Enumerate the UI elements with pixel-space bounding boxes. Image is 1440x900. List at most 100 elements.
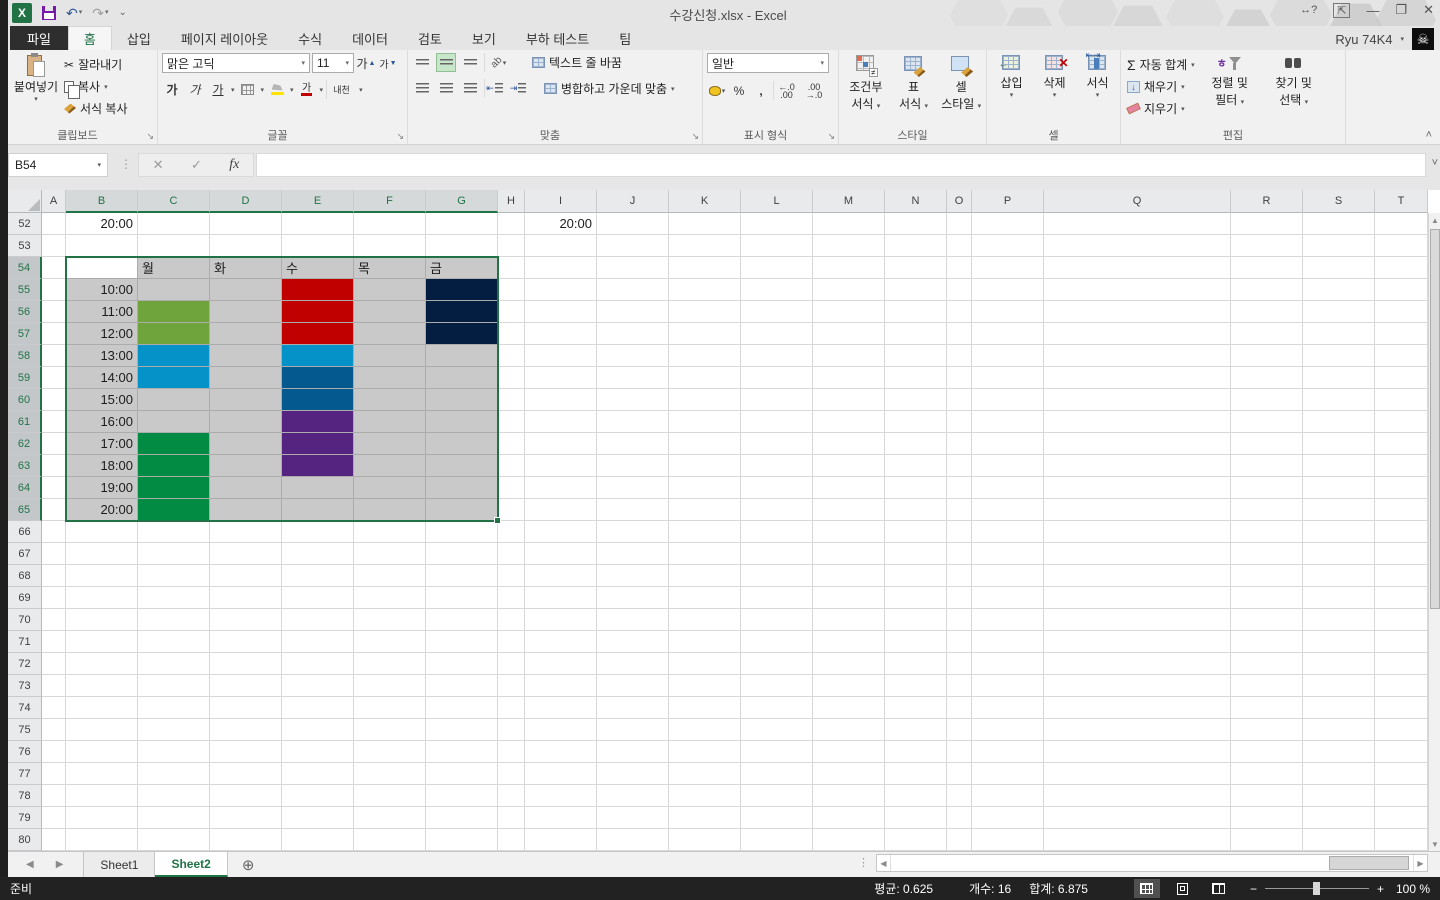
cell-R58[interactable] (1231, 345, 1303, 367)
cell-S64[interactable] (1303, 477, 1375, 499)
cell-R69[interactable] (1231, 587, 1303, 609)
row-header-57[interactable]: 57 (8, 323, 42, 345)
cell-P60[interactable] (972, 389, 1044, 411)
cell-J75[interactable] (597, 719, 669, 741)
row-header-68[interactable]: 68 (8, 565, 42, 587)
cell-J60[interactable] (597, 389, 669, 411)
cell-G76[interactable] (426, 741, 498, 763)
cell-K73[interactable] (669, 675, 741, 697)
cell-A54[interactable] (42, 257, 66, 279)
cell-L70[interactable] (741, 609, 813, 631)
cell-H64[interactable] (498, 477, 525, 499)
accounting-format-button[interactable]: ▾ (707, 81, 727, 100)
cell-J64[interactable] (597, 477, 669, 499)
row-header-74[interactable]: 74 (8, 697, 42, 719)
account-dropdown-icon[interactable]: ▾ (1400, 35, 1404, 43)
cell-P69[interactable] (972, 587, 1044, 609)
row-header-67[interactable]: 67 (8, 543, 42, 565)
cell-M63[interactable] (813, 455, 885, 477)
cell-P62[interactable] (972, 433, 1044, 455)
cell-E58[interactable] (282, 345, 354, 367)
cell-E69[interactable] (282, 587, 354, 609)
cell-Q70[interactable] (1044, 609, 1231, 631)
column-header-E[interactable]: E (282, 190, 354, 213)
cell-J70[interactable] (597, 609, 669, 631)
cell-H56[interactable] (498, 301, 525, 323)
cell-O73[interactable] (947, 675, 972, 697)
cell-H66[interactable] (498, 521, 525, 543)
cell-P80[interactable] (972, 829, 1044, 851)
cell-K55[interactable] (669, 279, 741, 301)
cell-H61[interactable] (498, 411, 525, 433)
cell-K65[interactable] (669, 499, 741, 521)
cell-G67[interactable] (426, 543, 498, 565)
cell-D61[interactable] (210, 411, 282, 433)
cell-E77[interactable] (282, 763, 354, 785)
cell-S76[interactable] (1303, 741, 1375, 763)
cell-B61[interactable]: 16:00 (66, 411, 138, 433)
cell-P61[interactable] (972, 411, 1044, 433)
cell-A55[interactable] (42, 279, 66, 301)
cell-H63[interactable] (498, 455, 525, 477)
cell-P71[interactable] (972, 631, 1044, 653)
cell-Q72[interactable] (1044, 653, 1231, 675)
cell-E75[interactable] (282, 719, 354, 741)
cell-D66[interactable] (210, 521, 282, 543)
cell-G62[interactable] (426, 433, 498, 455)
dialog-launcher-icon[interactable]: ↘ (396, 131, 404, 142)
cell-C67[interactable] (138, 543, 210, 565)
cell-J57[interactable] (597, 323, 669, 345)
underline-dropdown-icon[interactable]: ▾ (231, 86, 235, 94)
undo-button[interactable]: ↶▾ (66, 6, 82, 20)
close-button[interactable]: ✕ (1423, 2, 1434, 18)
cell-M73[interactable] (813, 675, 885, 697)
cell-Q52[interactable] (1044, 213, 1231, 235)
cell-L76[interactable] (741, 741, 813, 763)
cell-G58[interactable] (426, 345, 498, 367)
fill-button[interactable]: ↓채우기▾ (1125, 77, 1197, 96)
merge-center-button[interactable]: 병합하고 가운데 맞춤▾ (542, 79, 677, 98)
cell-O80[interactable] (947, 829, 972, 851)
cell-P65[interactable] (972, 499, 1044, 521)
cell-A64[interactable] (42, 477, 66, 499)
cell-N77[interactable] (885, 763, 947, 785)
cell-L63[interactable] (741, 455, 813, 477)
cell-Q76[interactable] (1044, 741, 1231, 763)
cell-K54[interactable] (669, 257, 741, 279)
cell-M58[interactable] (813, 345, 885, 367)
scroll-down-icon[interactable]: ▼ (1429, 837, 1440, 851)
cell-O69[interactable] (947, 587, 972, 609)
column-header-F[interactable]: F (354, 190, 426, 213)
cell-S56[interactable] (1303, 301, 1375, 323)
cell-D54[interactable]: 화 (210, 257, 282, 279)
cell-H77[interactable] (498, 763, 525, 785)
cell-P78[interactable] (972, 785, 1044, 807)
cell-J78[interactable] (597, 785, 669, 807)
cell-E74[interactable] (282, 697, 354, 719)
cell-L75[interactable] (741, 719, 813, 741)
cell-L78[interactable] (741, 785, 813, 807)
cell-I63[interactable] (525, 455, 597, 477)
cell-M77[interactable] (813, 763, 885, 785)
cell-Q62[interactable] (1044, 433, 1231, 455)
cell-M66[interactable] (813, 521, 885, 543)
cell-K75[interactable] (669, 719, 741, 741)
cell-N56[interactable] (885, 301, 947, 323)
row-header-55[interactable]: 55 (8, 279, 42, 301)
column-header-K[interactable]: K (669, 190, 741, 213)
cell-L73[interactable] (741, 675, 813, 697)
column-header-Q[interactable]: Q (1044, 190, 1231, 213)
cell-M65[interactable] (813, 499, 885, 521)
column-header-L[interactable]: L (741, 190, 813, 213)
cell-R62[interactable] (1231, 433, 1303, 455)
cell-H74[interactable] (498, 697, 525, 719)
cell-M68[interactable] (813, 565, 885, 587)
cell-E57[interactable] (282, 323, 354, 345)
cell-M75[interactable] (813, 719, 885, 741)
cell-A72[interactable] (42, 653, 66, 675)
name-box[interactable]: B54▾ (8, 153, 108, 177)
cell-Q64[interactable] (1044, 477, 1231, 499)
cell-I59[interactable] (525, 367, 597, 389)
cell-D71[interactable] (210, 631, 282, 653)
align-middle-button[interactable] (436, 53, 456, 72)
